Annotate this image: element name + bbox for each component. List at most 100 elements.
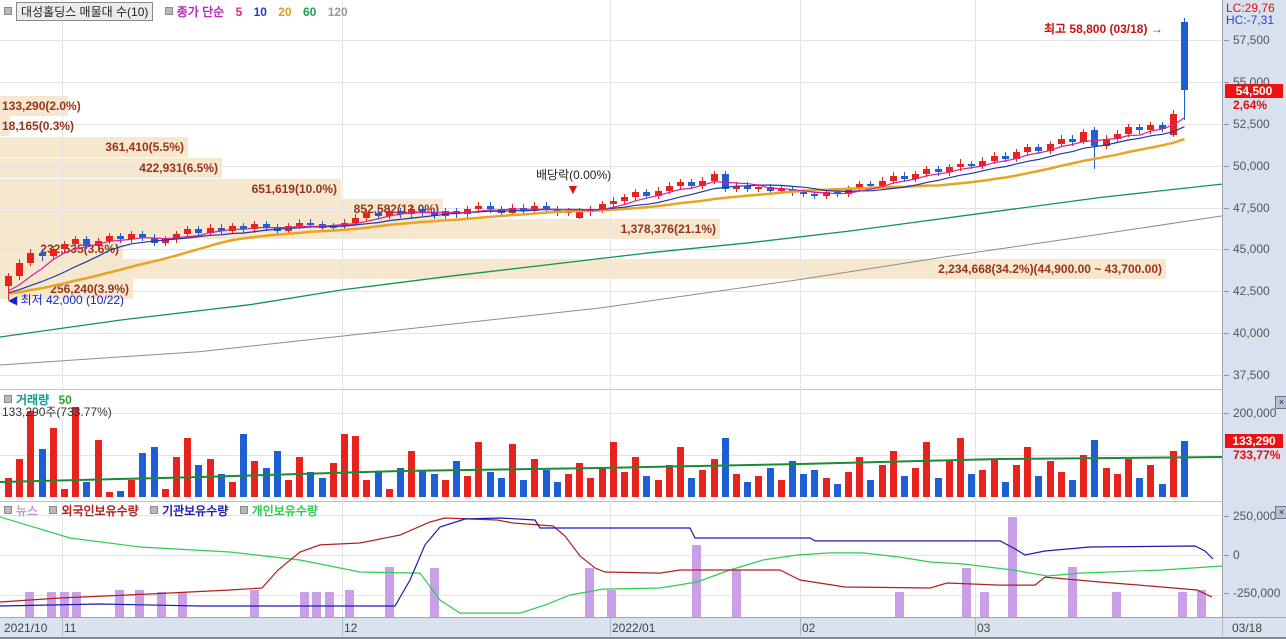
volume-bar[interactable]	[408, 451, 416, 497]
candle[interactable]	[307, 222, 315, 225]
candle[interactable]	[598, 204, 606, 210]
candle[interactable]	[184, 229, 192, 235]
candle[interactable]	[621, 197, 628, 201]
candle[interactable]	[38, 252, 46, 257]
candle[interactable]	[1069, 138, 1076, 143]
candle[interactable]	[1169, 113, 1177, 136]
volume-bar[interactable]	[598, 468, 606, 497]
candle[interactable]	[105, 235, 113, 241]
candle[interactable]	[889, 175, 897, 181]
candle[interactable]	[576, 210, 584, 218]
candle[interactable]	[27, 252, 35, 263]
candle[interactable]	[363, 212, 371, 218]
ma5-legend[interactable]: 5	[236, 5, 243, 19]
news-bar[interactable]	[1178, 592, 1187, 617]
price-axis[interactable]: LC:29,76 HC:-7,31 54,500 2,64% 200,000 1…	[1222, 0, 1286, 617]
volume-bar[interactable]	[374, 472, 382, 497]
volume-bar[interactable]	[990, 459, 998, 497]
volume-bar[interactable]	[1158, 484, 1166, 497]
candle[interactable]	[161, 239, 169, 243]
candle[interactable]	[979, 160, 987, 166]
candle[interactable]	[419, 209, 427, 213]
volume-bar[interactable]	[341, 434, 348, 497]
candle[interactable]	[173, 234, 180, 240]
news-bar[interactable]	[980, 592, 989, 617]
volume-bar[interactable]	[744, 482, 752, 497]
news-bar[interactable]	[250, 590, 259, 617]
candle[interactable]	[139, 234, 147, 238]
volume-bar[interactable]	[710, 459, 718, 497]
volume-bar[interactable]	[789, 461, 796, 497]
news-bar[interactable]	[585, 568, 594, 617]
volume-bar[interactable]	[923, 442, 931, 497]
volume-bar[interactable]	[531, 459, 539, 497]
candle[interactable]	[1181, 21, 1188, 91]
ma20-legend[interactable]: 20	[278, 5, 291, 19]
volume-bar[interactable]	[273, 451, 281, 497]
volume-bar[interactable]	[755, 476, 763, 497]
volume-bar[interactable]	[553, 482, 561, 497]
candle[interactable]	[83, 239, 91, 246]
volume-bar[interactable]	[677, 447, 684, 497]
candle[interactable]	[16, 262, 24, 277]
volume-bar[interactable]	[72, 407, 80, 497]
volume-bar[interactable]	[229, 482, 236, 497]
volume-bar[interactable]	[296, 457, 304, 497]
volume-bar[interactable]	[621, 472, 628, 497]
candle[interactable]	[766, 187, 774, 191]
volume-bar[interactable]	[733, 474, 740, 497]
time-axis[interactable]: 2021/10 11 12 2022/01 02 03 03/18	[0, 617, 1286, 639]
volume-bar[interactable]	[497, 478, 505, 497]
volume-bar[interactable]	[766, 468, 774, 497]
candle[interactable]	[262, 224, 270, 228]
ma60-legend[interactable]: 60	[303, 5, 316, 19]
candle[interactable]	[945, 167, 953, 173]
volume-bar[interactable]	[397, 468, 404, 497]
volume-bar[interactable]	[419, 470, 427, 497]
candle[interactable]	[150, 237, 158, 243]
volume-bar[interactable]	[318, 478, 326, 497]
volume-bar[interactable]	[699, 470, 707, 497]
volume-bar[interactable]	[665, 465, 673, 497]
volume-bar[interactable]	[587, 478, 595, 497]
news-bar[interactable]	[962, 568, 971, 617]
individual-holdings-legend[interactable]: 개인보유수량	[252, 504, 318, 518]
volume-bar[interactable]	[520, 480, 528, 497]
volume-bar[interactable]	[1013, 465, 1020, 497]
candle[interactable]	[217, 227, 225, 231]
candle[interactable]	[1113, 133, 1121, 139]
candle[interactable]	[822, 192, 830, 196]
candle[interactable]	[733, 185, 740, 190]
volume-bar[interactable]	[139, 453, 147, 497]
candle[interactable]	[486, 205, 494, 210]
volume-bar[interactable]	[363, 480, 371, 497]
candle[interactable]	[464, 209, 472, 215]
volume-bar[interactable]	[1102, 468, 1110, 497]
candle[interactable]	[1057, 138, 1065, 144]
candle[interactable]	[296, 222, 304, 226]
candle[interactable]	[833, 192, 841, 195]
candle[interactable]	[520, 207, 528, 211]
news-bar[interactable]	[300, 592, 309, 617]
volume-bar[interactable]	[430, 474, 438, 497]
volume-bar[interactable]	[352, 436, 360, 497]
volume-bar[interactable]	[1001, 482, 1009, 497]
candle[interactable]	[755, 187, 763, 190]
candle[interactable]	[1013, 152, 1020, 159]
volume-bar[interactable]	[968, 474, 976, 497]
volume-bar[interactable]	[1181, 441, 1188, 497]
candle[interactable]	[61, 244, 68, 250]
candle[interactable]	[699, 180, 707, 186]
volume-bar[interactable]	[945, 461, 953, 497]
volume-bar[interactable]	[38, 449, 46, 497]
candle[interactable]	[1024, 147, 1032, 153]
volume-bar[interactable]	[329, 463, 337, 497]
volume-bar[interactable]	[845, 472, 852, 497]
volume-bar[interactable]	[217, 474, 225, 497]
volume-bar[interactable]	[5, 478, 12, 497]
volume-bar[interactable]	[27, 411, 35, 497]
news-bar[interactable]	[25, 592, 34, 617]
candle[interactable]	[878, 180, 886, 186]
volume-bar[interactable]	[94, 440, 102, 497]
candle[interactable]	[397, 210, 404, 215]
